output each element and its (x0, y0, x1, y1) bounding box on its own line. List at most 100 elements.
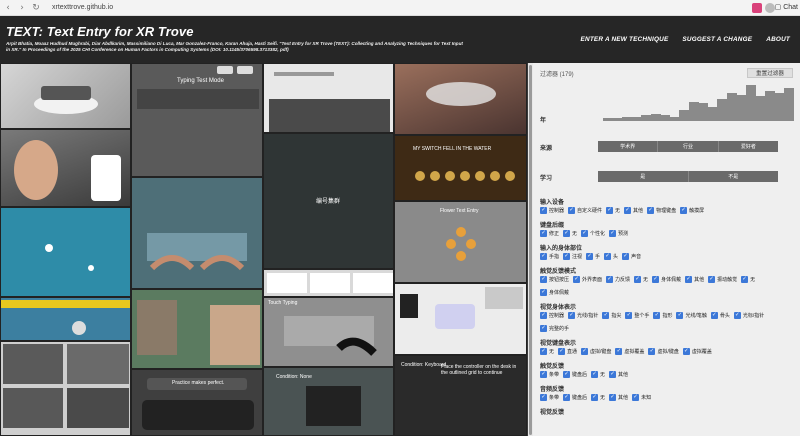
filter-checkbox[interactable]: ✓ 光标/指针 (733, 312, 764, 319)
filter-checkbox[interactable]: ✓ 振动触觉 (708, 276, 737, 283)
filter-checkbox[interactable]: ✓ 键盘后 (563, 394, 587, 401)
filter-checkbox[interactable]: ✓ 无 (741, 276, 755, 283)
study-no[interactable]: 不是 (688, 171, 778, 182)
filter-checkbox[interactable]: ✓ 物理键盘 (647, 207, 676, 214)
gallery-tile[interactable]: MY SWITCH FELL IN THE WATER (394, 135, 527, 201)
histogram-bar[interactable] (603, 118, 613, 121)
gallery-tile[interactable]: Flower Text Entry (394, 201, 527, 283)
year-histogram[interactable] (603, 85, 794, 121)
filter-checkbox[interactable]: ✓ 未知 (632, 394, 651, 401)
filter-checkbox[interactable]: ✓ 无 (591, 371, 605, 378)
filter-checkbox[interactable]: ✓ 完整的手 (540, 325, 569, 332)
filter-checkbox[interactable]: ✓ 其他 (685, 276, 704, 283)
filter-checkbox[interactable]: ✓ 其他 (609, 394, 628, 401)
back-icon[interactable]: ‹ (2, 2, 14, 14)
gallery-tile[interactable] (263, 63, 394, 133)
histogram-bar[interactable] (612, 118, 623, 121)
filter-checkbox[interactable]: ✓ 光线/指针 (568, 312, 598, 319)
gallery-tile[interactable]: 编号集群 (263, 133, 394, 269)
histogram-bar[interactable] (745, 85, 756, 121)
gallery-tile[interactable] (263, 269, 394, 297)
filter-checkbox[interactable]: ✓ 键盘后 (563, 371, 587, 378)
filter-checkbox[interactable]: ✓ 身体佩戴 (652, 276, 681, 283)
gallery-tile[interactable] (131, 289, 263, 369)
nav-enter-technique[interactable]: ENTER A NEW TECHNIQUE (581, 36, 669, 43)
histogram-bar[interactable] (641, 115, 651, 121)
reload-icon[interactable]: ↻ (30, 2, 42, 14)
gallery-tile[interactable] (131, 177, 263, 289)
histogram-bar[interactable] (707, 107, 718, 121)
filter-checkbox[interactable]: ✓ 预测 (609, 230, 628, 237)
histogram-bar[interactable] (669, 116, 680, 121)
filter-checkbox[interactable]: ✓ 光线/笔触 (676, 312, 707, 319)
histogram-bar[interactable] (660, 115, 670, 121)
filter-checkbox[interactable]: ✓ 其他 (624, 207, 643, 214)
scroll-thumb[interactable] (529, 65, 532, 435)
gallery-tile[interactable]: Practice makes perfect. (131, 369, 263, 436)
filter-checkbox[interactable]: ✓ 虚拟/键盘 (648, 348, 679, 355)
filter-checkbox[interactable]: ✓ 虚拟覆盖 (615, 348, 644, 355)
filter-checkbox[interactable]: ✓ 指尖 (602, 312, 621, 319)
histogram-bar[interactable] (698, 103, 708, 121)
histogram-bar[interactable] (755, 96, 765, 121)
filter-checkbox[interactable]: ✓ 注视 (563, 253, 582, 260)
gallery-tile[interactable] (0, 297, 131, 341)
extension-icon[interactable] (752, 3, 762, 13)
site-title[interactable]: TEXT: Text Entry for XR Trove (6, 24, 194, 39)
filter-checkbox[interactable]: ✓ 手 (586, 253, 600, 260)
histogram-bar[interactable] (679, 109, 689, 121)
nav-suggest-change[interactable]: SUGGEST A CHANGE (682, 36, 752, 43)
gallery-tile[interactable] (0, 207, 131, 297)
histogram-bar[interactable] (764, 90, 775, 121)
histogram-bar[interactable] (631, 116, 642, 121)
filter-checkbox[interactable]: ✓ 无 (606, 207, 620, 214)
filter-checkbox[interactable]: ✓ 虚拟覆盖 (682, 348, 712, 355)
filter-checkbox[interactable]: ✓ 声音 (622, 253, 641, 260)
source-academia[interactable]: 学术界 (598, 141, 659, 152)
filter-checkbox[interactable]: ✓ 力反馈 (606, 276, 630, 283)
filter-checkbox[interactable]: ✓ 其他 (609, 371, 628, 378)
filter-checkbox[interactable]: ✓ 无 (591, 394, 605, 401)
histogram-bar[interactable] (736, 94, 746, 121)
chat-button[interactable]: ▢ Chat (775, 3, 798, 12)
gallery-tile[interactable] (394, 63, 527, 135)
source-hobbyist[interactable]: 爱好者 (718, 141, 778, 152)
gallery-tile[interactable] (394, 283, 527, 355)
url-bar[interactable]: xrtexttrove.github.io (52, 4, 113, 11)
filter-checkbox[interactable]: ✓ 身体佩戴 (540, 289, 569, 296)
filter-checkbox[interactable]: ✓ 头 (604, 253, 618, 260)
gallery-tile[interactable]: Touch Typing (263, 297, 394, 367)
filter-checkbox[interactable]: ✓ 指形 (653, 312, 672, 319)
filter-checkbox[interactable]: ✓ 无 (540, 348, 554, 355)
histogram-bar[interactable] (774, 93, 784, 121)
filter-checkbox[interactable]: ✓ 手指 (540, 253, 559, 260)
histogram-bar[interactable] (783, 87, 794, 121)
histogram-bar[interactable] (650, 114, 661, 121)
filter-checkbox[interactable]: ✓ 虚拟/键盘 (581, 348, 611, 355)
forward-icon[interactable]: › (16, 2, 28, 14)
filter-checkbox[interactable]: ✓ 无 (563, 230, 577, 237)
filter-checkbox[interactable]: ✓ 修正 (540, 230, 559, 237)
study-yes[interactable]: 是 (598, 171, 689, 182)
filter-checkbox[interactable]: ✓ 个性化 (581, 230, 605, 237)
filter-checkbox[interactable]: ✓ 控制器 (540, 207, 564, 214)
nav-about[interactable]: ABOUT (766, 36, 790, 43)
gallery-tile[interactable] (0, 129, 131, 207)
histogram-bar[interactable] (717, 98, 727, 121)
filter-checkbox[interactable]: ✓ 按钮按压 (540, 276, 569, 283)
gallery-tile[interactable] (0, 341, 131, 436)
histogram-bar[interactable] (688, 101, 699, 121)
filter-checkbox[interactable]: ✓ 直通 (558, 348, 577, 355)
gallery-tile[interactable]: Condition: Keyboard Place the controller… (394, 355, 527, 436)
histogram-bar[interactable] (622, 116, 632, 121)
filter-checkbox[interactable]: ✓ 骨头 (710, 312, 730, 319)
filter-checkbox[interactable]: ✓ 外界表面 (573, 276, 602, 283)
histogram-bar[interactable] (726, 93, 737, 121)
source-industry[interactable]: 行业 (658, 141, 719, 152)
filter-checkbox[interactable]: ✓ 条带 (540, 371, 559, 378)
reset-filters-button[interactable]: 重置过滤器 (747, 68, 793, 78)
filter-checkbox[interactable]: ✓ 整个手 (625, 312, 649, 319)
gallery-tile[interactable]: Typing Test Mode (131, 63, 263, 177)
gallery-tile[interactable]: Condition: None (263, 367, 394, 436)
profile-icon[interactable] (765, 3, 775, 13)
